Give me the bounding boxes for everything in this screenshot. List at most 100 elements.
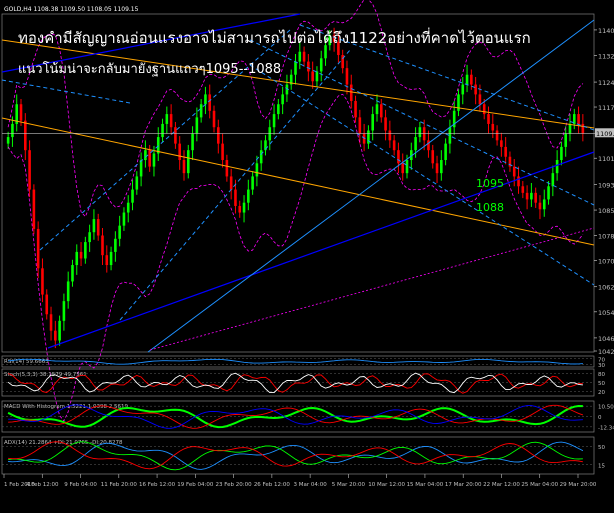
blue-channel-bottom: [47, 151, 595, 349]
candle-body: [568, 123, 572, 134]
candle-body: [427, 140, 430, 151]
time-tick-label: 10 Mar 12:00: [368, 482, 405, 488]
candle-body: [24, 120, 27, 151]
candle-body: [6, 137, 10, 144]
time-tick-label: 5 Mar 20:00: [332, 482, 366, 488]
candle-body: [397, 150, 400, 164]
annotation-line-2: แนวโน้มน่าจะกลับมายังฐานแถวๆ1095--1088: [18, 61, 281, 77]
candle-body: [41, 268, 44, 295]
candle-body: [234, 189, 237, 206]
price-tick-label: 1124.75: [598, 79, 614, 87]
indicator-level-label: 10.5099: [598, 405, 614, 411]
candle-body: [307, 61, 310, 72]
candle-body: [324, 45, 327, 59]
candle-body: [182, 160, 186, 174]
candle-body: [470, 74, 473, 85]
candle-body: [45, 294, 49, 315]
orange-channel-bottom: [1, 117, 595, 246]
candle-body: [500, 140, 503, 147]
candle-body: [71, 265, 74, 282]
chart-svg: 1140.65 1132.85 1124.75 1117.15 1109.15 1101.…: [1, 0, 614, 488]
candle-body: [401, 163, 405, 174]
time-tick-label: 9 Feb 04:00: [64, 482, 97, 488]
candle-body: [311, 71, 314, 82]
target-label-1095: 1095: [476, 177, 504, 190]
candle-body: [560, 146, 563, 161]
candle-body: [105, 255, 109, 266]
candle-body: [435, 163, 439, 174]
candle-body: [66, 281, 70, 302]
candle-body: [251, 176, 254, 190]
candle-body: [577, 114, 580, 124]
time-tick-label: 15 Mar 04:00: [407, 482, 444, 488]
candle-body: [96, 219, 100, 236]
candle-body: [195, 117, 199, 134]
candle-body: [135, 176, 139, 190]
candle-body: [118, 225, 121, 239]
candle-body: [491, 123, 495, 131]
candle-body: [521, 186, 525, 193]
time-tick-label: 4 Feb 12:00: [26, 482, 59, 488]
candle-body: [422, 127, 426, 141]
price-tick-label: 1132.85: [598, 53, 614, 61]
candle-body: [542, 199, 546, 210]
candle-body: [165, 114, 169, 124]
candle-body: [79, 251, 83, 259]
candle-body: [358, 117, 362, 134]
candle-body: [512, 166, 516, 177]
candle-body: [375, 104, 379, 115]
candle-body: [114, 238, 117, 252]
indicator-level-label: 80: [598, 372, 605, 378]
candle-body: [525, 192, 529, 200]
price-tick-label: 1093.55: [598, 181, 614, 189]
lightblue-dashed-channel-2: [249, 64, 595, 286]
candle-body: [431, 150, 435, 164]
candle-body: [101, 235, 104, 256]
candle-body: [221, 143, 224, 161]
candle-body: [345, 68, 349, 85]
candle-body: [461, 84, 465, 95]
time-tick-label: 22 Mar 12:00: [483, 482, 520, 488]
indicator-level-label: 50: [598, 445, 605, 451]
candle-body: [564, 133, 567, 147]
candle-body: [186, 150, 190, 174]
price-tick-label: 1101.55: [598, 155, 614, 163]
time-tick-label: 11 Feb 20:00: [101, 482, 138, 488]
candle-body: [255, 163, 259, 177]
candle-body: [547, 186, 550, 200]
time-tick-label: 17 Mar 20:00: [445, 482, 482, 488]
price-tick-label: 1070.35: [598, 258, 614, 266]
candle-body: [392, 140, 396, 151]
candle-body: [272, 114, 276, 128]
candle-body: [169, 114, 173, 128]
time-tick-label: 23 Feb 20:00: [216, 482, 253, 488]
candle-body: [204, 94, 207, 105]
candle-body: [32, 189, 36, 229]
candle-body: [388, 130, 392, 141]
candle-body: [319, 58, 323, 72]
candle-body: [474, 84, 477, 95]
candle-body: [191, 133, 194, 151]
candle-body: [349, 84, 353, 101]
time-tick-label: 19 Feb 04:00: [177, 482, 214, 488]
candle-body: [75, 251, 79, 266]
candle-body: [315, 71, 319, 82]
indicator-label-1: Stoch(5,3,3) 38.1579 49.7561: [4, 372, 87, 378]
candle-body: [217, 127, 220, 144]
indicator-level-label: 15: [598, 463, 605, 469]
candle-body: [444, 143, 447, 161]
candle-body: [530, 192, 533, 200]
candle-body: [354, 100, 357, 118]
candle-body: [161, 123, 164, 138]
candle-body: [495, 130, 499, 141]
candle-body: [238, 205, 242, 213]
candle-body: [54, 330, 57, 341]
candle-body: [88, 232, 91, 243]
annotation-line-1: ทองคำมีสัญญาณอ่อนแรงอาจไม่สามารถไปต่อได้…: [18, 27, 531, 47]
candle-body: [212, 110, 216, 128]
candle-body: [19, 104, 23, 121]
candle-body: [302, 51, 306, 62]
indicator-series-0-0: [8, 358, 583, 365]
price-tick-label: 1117.15: [598, 104, 614, 112]
candle-body: [379, 104, 383, 118]
